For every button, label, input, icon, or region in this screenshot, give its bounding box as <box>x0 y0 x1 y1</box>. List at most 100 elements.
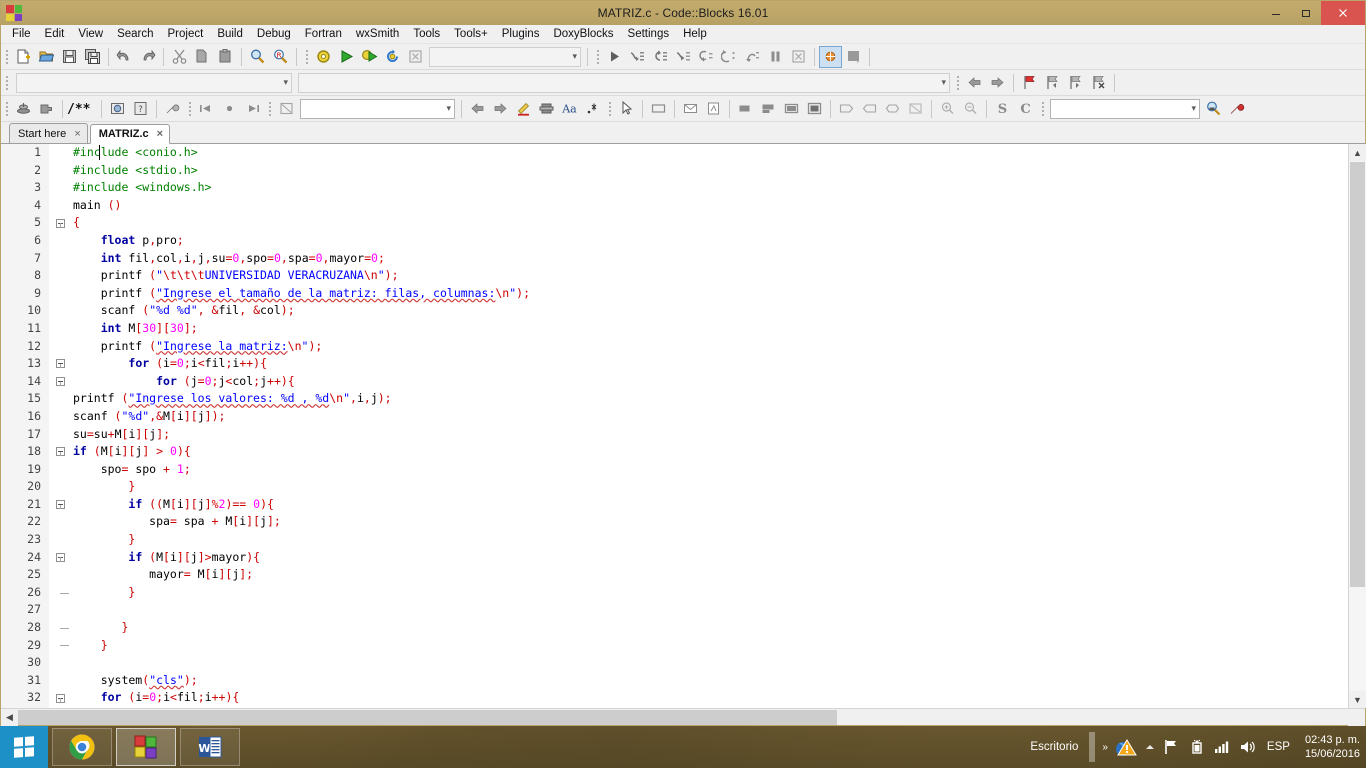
flag-icon[interactable] <box>1163 738 1181 756</box>
build-and-run-icon[interactable] <box>358 46 381 68</box>
panel-icon[interactable] <box>647 98 670 120</box>
taskbar-codeblocks[interactable] <box>116 728 176 766</box>
code-line[interactable]: 30 <box>1 654 1348 672</box>
stop-debugger-icon[interactable] <box>787 46 810 68</box>
cut-icon[interactable] <box>168 46 191 68</box>
step-into-instruction-icon[interactable] <box>741 46 764 68</box>
code-line[interactable]: 4 main () <box>1 196 1348 215</box>
toolbar-gripper[interactable] <box>1039 99 1046 119</box>
toolbar-gripper[interactable] <box>606 99 613 119</box>
code-completion-symbol-selector[interactable]: ▾ <box>298 72 950 93</box>
menu-view[interactable]: View <box>71 26 110 43</box>
build-icon[interactable] <box>312 46 335 68</box>
close-icon[interactable]: × <box>74 128 80 140</box>
code-line[interactable]: 23 } <box>1 531 1348 549</box>
tab-matriz-c[interactable]: MATRIZ.c × <box>89 124 171 144</box>
code-line[interactable]: 13 for (i=0;i<fil;i++){ <box>1 355 1348 373</box>
taskbar-word[interactable]: W <box>180 728 240 766</box>
toolbar-gripper[interactable] <box>186 99 193 119</box>
open-file-icon[interactable] <box>35 46 58 68</box>
fold-margin[interactable] <box>49 693 71 703</box>
zoom-out-icon[interactable] <box>959 98 982 120</box>
code-line[interactable]: 16 scanf ("%d",&M[i][j]); <box>1 407 1348 426</box>
menu-build[interactable]: Build <box>210 26 250 43</box>
fold-margin[interactable] <box>49 377 71 387</box>
action-center-warning-icon[interactable] <box>1115 736 1137 758</box>
tab-start-here[interactable]: Start here × <box>9 123 88 143</box>
menu-debug[interactable]: Debug <box>250 26 298 43</box>
tray-overflow-icon[interactable]: » <box>1102 742 1108 753</box>
close-button[interactable] <box>1321 1 1365 25</box>
envelope-icon[interactable] <box>679 98 702 120</box>
align-left-icon[interactable] <box>734 98 757 120</box>
fold-margin[interactable] <box>49 552 71 562</box>
save-icon[interactable] <box>58 46 81 68</box>
scroll-down-button[interactable]: ▼ <box>1349 691 1366 708</box>
replace-icon[interactable]: R <box>269 46 292 68</box>
previous-element-icon[interactable] <box>466 98 489 120</box>
toolbar-gripper[interactable] <box>303 47 310 67</box>
code-completion-scope-selector[interactable]: ▾ <box>16 72 292 93</box>
search-input[interactable]: ▾ <box>1050 98 1200 119</box>
debugging-windows-icon[interactable] <box>819 45 842 68</box>
code-line[interactable]: 24 if (M[i][j]>mayor){ <box>1 548 1348 567</box>
fold-margin[interactable] <box>49 359 71 369</box>
show-hidden-icons-icon[interactable] <box>1144 741 1156 753</box>
font-icon[interactable]: Aa <box>558 98 581 120</box>
code-editor[interactable]: 1 #include <conio.h> 2 #include <stdio.h> 3 #… <box>1 144 1348 708</box>
doxywizard-icon[interactable] <box>12 98 35 120</box>
symbol-search-combobox[interactable]: ▾ <box>300 98 455 119</box>
toolbar-gripper[interactable] <box>594 47 601 67</box>
code-line[interactable]: 10 scanf ("%d %d", &fil, &col); <box>1 302 1348 320</box>
code-line[interactable]: 14 for (j=0;j<col;j++){ <box>1 372 1348 391</box>
next-line-icon[interactable] <box>649 46 672 68</box>
code-line[interactable]: 5{ <box>1 214 1348 232</box>
redo-icon[interactable] <box>136 46 159 68</box>
zoom-in-icon[interactable] <box>936 98 959 120</box>
fill-icon[interactable] <box>803 98 826 120</box>
close-icon[interactable]: × <box>157 128 163 140</box>
code-line[interactable]: 11 int M[30][30]; <box>1 319 1348 338</box>
code-line[interactable]: 6 float p,pro; <box>1 231 1348 250</box>
menu-help[interactable]: Help <box>676 26 714 43</box>
edit-icon[interactable] <box>512 98 535 120</box>
doxyblocks-config-icon[interactable] <box>161 98 184 120</box>
menu-fortran[interactable]: Fortran <box>298 26 349 43</box>
clear-bookmarks-icon[interactable] <box>1087 72 1110 94</box>
document-icon[interactable] <box>702 98 725 120</box>
menu-settings[interactable]: Settings <box>621 26 677 43</box>
expand-right-icon[interactable] <box>835 98 858 120</box>
next-bookmark-icon[interactable] <box>1064 72 1087 94</box>
menu-file[interactable]: File <box>5 26 38 43</box>
maximize-button[interactable] <box>1291 1 1321 25</box>
minimize-button[interactable] <box>1261 1 1291 25</box>
menu-tools-plus[interactable]: Tools+ <box>447 26 495 43</box>
code-line[interactable]: 31 system("cls"); <box>1 671 1348 690</box>
menu-project[interactable]: Project <box>161 26 211 43</box>
save-all-icon[interactable] <box>81 46 104 68</box>
code-line[interactable]: 28 } <box>1 619 1348 637</box>
language-indicator[interactable]: ESP <box>1263 741 1294 753</box>
code-line[interactable]: 29 } <box>1 636 1348 655</box>
expand-both-icon[interactable] <box>881 98 904 120</box>
run-to-cursor-icon[interactable] <box>626 46 649 68</box>
toggle-bookmark-icon[interactable] <box>1018 72 1041 94</box>
editor-horizontal-scrollbar[interactable]: ◀ <box>1 708 1365 726</box>
new-file-icon[interactable] <box>12 46 35 68</box>
toolbar-gripper[interactable] <box>3 73 10 93</box>
search-icon[interactable] <box>1202 98 1225 120</box>
preview-icon[interactable] <box>535 98 558 120</box>
expand-left-icon[interactable] <box>858 98 881 120</box>
back-icon[interactable] <box>963 72 986 94</box>
scroll-up-button[interactable]: ▲ <box>1349 144 1366 161</box>
align-center-icon[interactable] <box>780 98 803 120</box>
next-instruction-icon[interactable] <box>718 46 741 68</box>
code-line[interactable]: 21 if ((M[i][j]%2)== 0){ <box>1 495 1348 514</box>
volume-icon[interactable] <box>1238 738 1256 756</box>
menu-edit[interactable]: Edit <box>38 26 72 43</box>
code-line[interactable]: 9 printf ("Ingrese el tamaño de la matri… <box>1 284 1348 303</box>
code-line[interactable]: 12 printf ("Ingrese la matriz:\n"); <box>1 337 1348 356</box>
show-desktop-strip[interactable] <box>1089 732 1096 762</box>
hscroll-thumb[interactable] <box>18 710 837 725</box>
copy-icon[interactable] <box>191 46 214 68</box>
